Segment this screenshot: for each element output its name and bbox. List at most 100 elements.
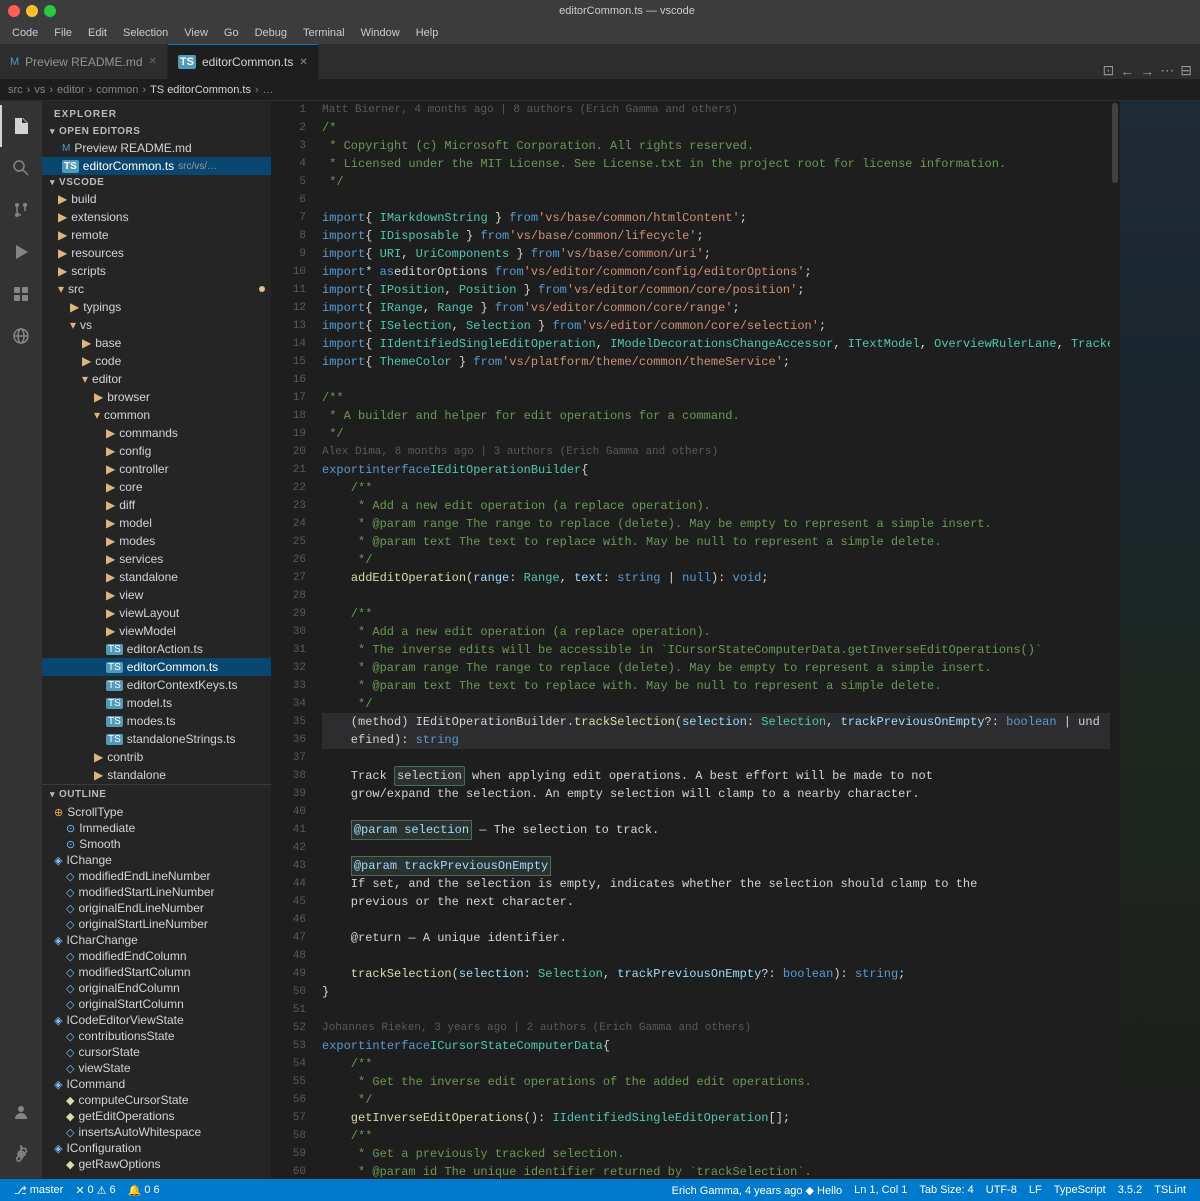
line-ending-item[interactable]: LF [1023, 1179, 1048, 1201]
open-editors-section[interactable]: ▾ OPEN EDITORS [42, 124, 271, 139]
outline-modifiedEndLineNumber[interactable]: ◇ modifiedEndLineNumber [42, 868, 271, 884]
breadcrumb-editor[interactable]: editor [57, 84, 85, 96]
breadcrumb-vs[interactable]: vs [34, 84, 45, 96]
folder-scripts[interactable]: ▶scripts [42, 262, 271, 280]
traffic-light-red[interactable] [8, 5, 20, 17]
outline-originalEndLineNumber[interactable]: ◇ originalEndLineNumber [42, 900, 271, 916]
tslint-item[interactable]: TSLint [1148, 1179, 1192, 1201]
menu-file[interactable]: File [46, 25, 80, 41]
outline-getEditOperations[interactable]: ◆ getEditOperations [42, 1108, 271, 1124]
activity-source-control[interactable] [0, 189, 42, 231]
tab-size-item[interactable]: Tab Size: 4 [913, 1179, 979, 1201]
menu-go[interactable]: Go [216, 25, 247, 41]
outline-originalStartColumn[interactable]: ◇ originalStartColumn [42, 996, 271, 1012]
tab-preview-readme[interactable]: M Preview README.md ✕ [0, 44, 168, 79]
outline-immediate[interactable]: ⊙ Immediate [42, 820, 271, 836]
outline-contributionsState[interactable]: ◇ contributionsState [42, 1028, 271, 1044]
ts-version-item[interactable]: 3.5.2 [1112, 1179, 1148, 1201]
folder-remote[interactable]: ▶remote [42, 226, 271, 244]
folder-code[interactable]: ▶code [42, 352, 271, 370]
menu-terminal[interactable]: Terminal [295, 25, 353, 41]
navigate-forward-button[interactable]: → [1140, 63, 1154, 79]
outline-scrolltype[interactable]: ⊕ ScrollType [42, 804, 271, 820]
folder-common[interactable]: ▾common [42, 406, 271, 424]
tab-close-preview[interactable]: ✕ [149, 56, 157, 67]
breadcrumb-common[interactable]: common [96, 84, 138, 96]
activity-explorer[interactable] [0, 105, 42, 147]
folder-diff[interactable]: ▶diff [42, 496, 271, 514]
split-editor-button[interactable]: ⊡ [1103, 62, 1115, 79]
tab-editor-common[interactable]: TS editorCommon.ts ✕ [168, 44, 319, 79]
breadcrumb-src[interactable]: src [8, 84, 23, 96]
folder-typings[interactable]: ▶typings [42, 298, 271, 316]
outline-originalEndColumn[interactable]: ◇ originalEndColumn [42, 980, 271, 996]
open-editor-editorcommon[interactable]: TS editorCommon.ts src/vs/… [42, 157, 271, 175]
folder-controller[interactable]: ▶controller [42, 460, 271, 478]
menu-selection[interactable]: Selection [115, 25, 176, 41]
folder-src[interactable]: ▾src [42, 280, 271, 298]
folder-build[interactable]: ▶build [42, 190, 271, 208]
outline-smooth[interactable]: ⊙ Smooth [42, 836, 271, 852]
folder-modes[interactable]: ▶modes [42, 532, 271, 550]
outline-ichange[interactable]: ◈ IChange [42, 852, 271, 868]
menu-window[interactable]: Window [353, 25, 408, 41]
encoding-item[interactable]: UTF-8 [980, 1179, 1023, 1201]
file-modes[interactable]: TSmodes.ts [42, 712, 271, 730]
activity-remote[interactable] [0, 315, 42, 357]
folder-view[interactable]: ▶view [42, 586, 271, 604]
errors-item[interactable]: ✕ 0 ⚠ 6 [69, 1179, 121, 1201]
folder-editor[interactable]: ▾editor [42, 370, 271, 388]
folder-config[interactable]: ▶config [42, 442, 271, 460]
scrollbar-thumb[interactable] [1112, 103, 1118, 183]
outline-computeCursorState[interactable]: ◆ computeCursorState [42, 1092, 271, 1108]
outline-insertsAutoWhitespace[interactable]: ◇ insertsAutoWhitespace [42, 1124, 271, 1140]
position-item[interactable]: Ln 1, Col 1 [848, 1179, 913, 1201]
language-item[interactable]: TypeScript [1048, 1179, 1112, 1201]
code-content[interactable]: Matt Bierner, 4 months ago | 8 authors (… [314, 101, 1110, 1179]
activity-settings[interactable] [0, 1133, 42, 1175]
file-standalone-strings[interactable]: TSstandaloneStrings.ts [42, 730, 271, 748]
outline-viewState[interactable]: ◇ viewState [42, 1060, 271, 1076]
folder-contrib[interactable]: ▶contrib [42, 748, 271, 766]
outline-iconfiguration[interactable]: ◈ IConfiguration [42, 1140, 271, 1156]
folder-standalone2[interactable]: ▶standalone [42, 766, 271, 784]
vscode-section[interactable]: ▾ VSCODE [42, 175, 271, 190]
info-item[interactable]: 🔔 0 6 [122, 1179, 166, 1201]
git-branch-item[interactable]: ⎇ master [8, 1179, 69, 1201]
activity-extensions[interactable] [0, 273, 42, 315]
editor-scrollbar[interactable] [1110, 101, 1120, 1179]
menu-debug[interactable]: Debug [247, 25, 295, 41]
git-commit-item[interactable]: Erich Gamma, 4 years ago ◆ Hello [666, 1179, 848, 1201]
outline-getRawOptions[interactable]: ◆ getRawOptions [42, 1156, 271, 1172]
outline-modifiedStartLineNumber[interactable]: ◇ modifiedStartLineNumber [42, 884, 271, 900]
outline-modifiedEndColumn[interactable]: ◇ modifiedEndColumn [42, 948, 271, 964]
outline-modifiedStartColumn[interactable]: ◇ modifiedStartColumn [42, 964, 271, 980]
file-model[interactable]: TSmodel.ts [42, 694, 271, 712]
folder-browser[interactable]: ▶browser [42, 388, 271, 406]
traffic-light-green[interactable] [44, 5, 56, 17]
outline-originalStartLineNumber[interactable]: ◇ originalStartLineNumber [42, 916, 271, 932]
activity-debug[interactable] [0, 231, 42, 273]
outline-cursorState[interactable]: ◇ cursorState [42, 1044, 271, 1060]
folder-viewmodel[interactable]: ▶viewModel [42, 622, 271, 640]
customize-layout-button[interactable]: ⊟ [1180, 62, 1192, 79]
menu-code[interactable]: Code [4, 25, 46, 41]
file-editorcontextkeys[interactable]: TSeditorContextKeys.ts [42, 676, 271, 694]
file-editorcommon[interactable]: TSeditorCommon.ts [42, 658, 271, 676]
more-actions-button[interactable]: ⋯ [1160, 62, 1174, 79]
folder-core[interactable]: ▶core [42, 478, 271, 496]
folder-vs[interactable]: ▾vs [42, 316, 271, 334]
navigate-back-button[interactable]: ← [1120, 63, 1134, 79]
menu-help[interactable]: Help [408, 25, 447, 41]
traffic-light-yellow[interactable] [26, 5, 38, 17]
breadcrumb-file[interactable]: TS editorCommon.ts [150, 84, 251, 96]
open-editor-readme[interactable]: M Preview README.md [42, 139, 271, 157]
outline-icommand[interactable]: ◈ ICommand [42, 1076, 271, 1092]
folder-viewlayout[interactable]: ▶viewLayout [42, 604, 271, 622]
breadcrumb-more[interactable]: … [263, 84, 274, 96]
folder-standalone[interactable]: ▶standalone [42, 568, 271, 586]
folder-resources[interactable]: ▶resources [42, 244, 271, 262]
code-editor[interactable]: 1234567891011121314151617181920212223242… [272, 101, 1120, 1179]
activity-search[interactable] [0, 147, 42, 189]
folder-commands[interactable]: ▶commands [42, 424, 271, 442]
